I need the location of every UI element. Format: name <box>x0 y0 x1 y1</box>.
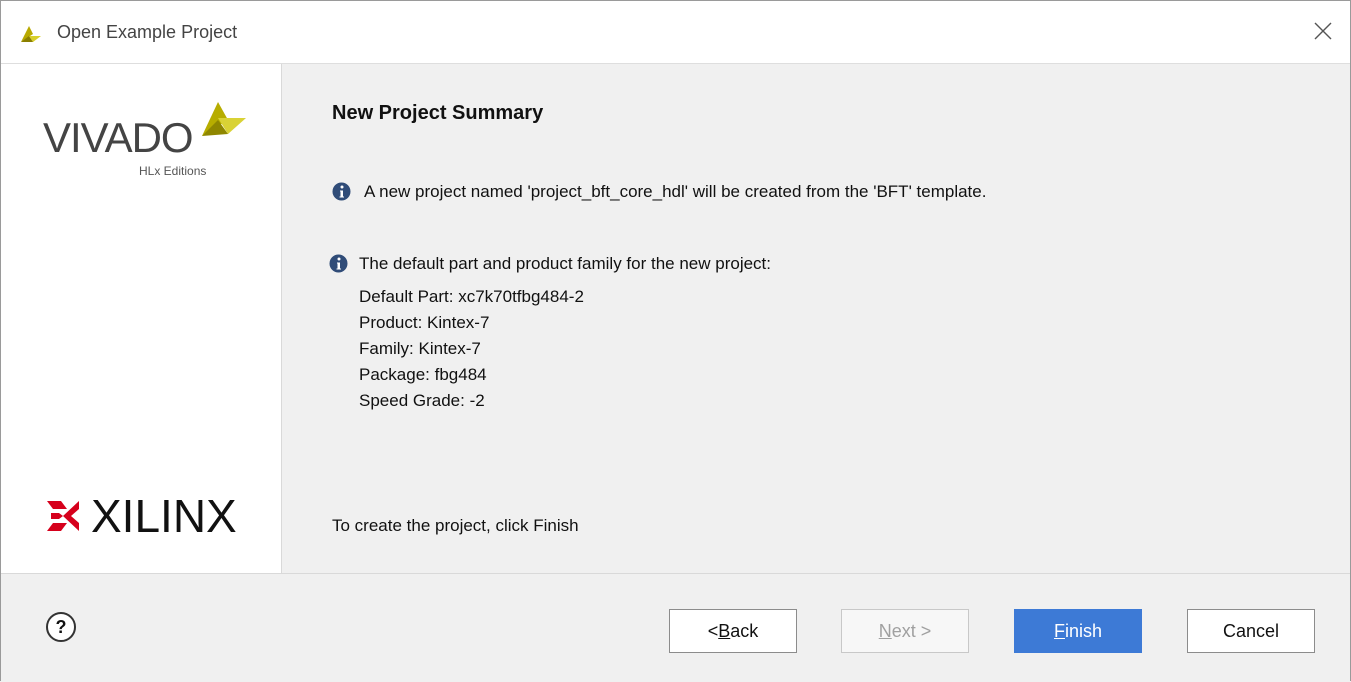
page-title: New Project Summary <box>332 102 544 124</box>
vivado-mark-icon <box>202 102 246 136</box>
xilinx-logo-text: XILINX <box>91 490 237 542</box>
finish-button-mnemonic: F <box>1053 620 1065 641</box>
help-icon: ? <box>55 616 67 637</box>
next-button-label: ext > <box>891 620 932 641</box>
help-button[interactable]: ? <box>46 612 76 642</box>
window-title: Open Example Project <box>57 22 238 42</box>
vivado-app-icon <box>21 26 41 42</box>
close-icon <box>1314 22 1332 40</box>
detail-speed-grade: Speed Grade: -2 <box>359 391 485 410</box>
finish-hint: To create the project, click Finish <box>332 516 579 535</box>
back-button-label: ack <box>730 620 759 641</box>
finish-button[interactable]: Finish <box>1014 609 1142 653</box>
xilinx-logo: XILINX <box>45 489 265 545</box>
xilinx-mark-icon <box>47 501 79 531</box>
next-button-mnemonic: N <box>878 620 892 641</box>
close-button[interactable] <box>1308 16 1338 46</box>
part-details: Default Part: xc7k70tfbg484-2 Product: K… <box>359 284 584 414</box>
cancel-button-label: Cancel <box>1222 620 1280 641</box>
detail-package: Package: fbg484 <box>359 365 487 384</box>
back-button-prefix: < <box>707 620 719 641</box>
next-button[interactable]: Next > <box>841 609 969 653</box>
dialog-window: Open Example Project VIVADO HLx Editions <box>0 0 1351 682</box>
info-project-name: A new project named 'project_bft_core_hd… <box>364 182 987 201</box>
finish-button-label: inish <box>1064 620 1103 641</box>
back-button[interactable]: < Back <box>669 609 797 653</box>
dialog-footer: ? < Back Next > Finish Cancel <box>1 573 1350 682</box>
info-icon <box>332 182 351 201</box>
detail-default-part: Default Part: xc7k70tfbg484-2 <box>359 287 584 306</box>
vivado-edition-text: HLx Editions <box>139 164 207 178</box>
wizard-content: New Project Summary A new project named … <box>282 64 1350 573</box>
info-icon <box>329 254 348 273</box>
title-bar[interactable]: Open Example Project <box>1 1 1350 64</box>
vivado-logo: VIVADO HLx Editions <box>43 94 273 184</box>
info-default-part: The default part and product family for … <box>359 254 772 273</box>
detail-family: Family: Kintex-7 <box>359 339 481 358</box>
detail-product: Product: Kintex-7 <box>359 313 490 332</box>
cancel-button[interactable]: Cancel <box>1187 609 1315 653</box>
vivado-logo-text: VIVADO <box>43 114 194 161</box>
back-button-mnemonic: B <box>718 620 731 641</box>
wizard-sidebar: VIVADO HLx Editions XILINX <box>1 64 282 573</box>
